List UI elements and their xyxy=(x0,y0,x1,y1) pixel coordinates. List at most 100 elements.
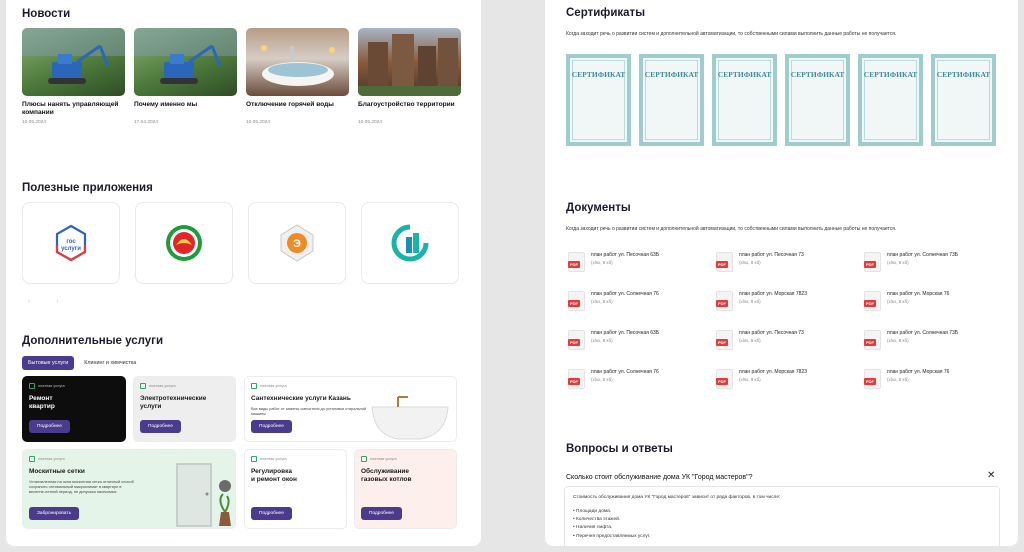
service-name: Ремонт квартир xyxy=(29,395,55,410)
svg-text:Э: Э xyxy=(293,238,301,250)
slider-arrows[interactable]: ‹ › xyxy=(28,298,71,305)
document-item[interactable]: PDF план работ ул. Морская 7823 (xlsx, 8 к… xyxy=(716,369,864,389)
bathtub-icon xyxy=(371,396,449,440)
close-icon[interactable]: ✕ xyxy=(987,470,995,481)
document-item[interactable]: PDF план работ ул. Солнечная 73Б (xlsx, 8 … xyxy=(864,330,1012,350)
certificate-title: СЕРТИФИКАТ xyxy=(717,70,772,79)
document-meta: (xlsx, 8 кб) xyxy=(739,377,761,382)
news-image xyxy=(358,28,461,96)
service-card-electrical[interactable]: платная услуга Электротехнические услуги… xyxy=(133,376,236,442)
pdf-icon: PDF xyxy=(864,369,881,389)
certificates-list: СЕРТИФИКАТ СЕРТИФИКАТ СЕРТИФИКАТ СЕРТИФИ… xyxy=(566,54,996,146)
document-name: план работ ул. Солнечная 76 xyxy=(591,369,659,375)
document-item[interactable]: PDF план работ ул. Солнечная 76 (xlsx, 8 к… xyxy=(568,291,716,311)
svg-text:услуги: услуги xyxy=(61,246,81,252)
documents-heading: Документы xyxy=(566,202,631,214)
book-button[interactable]: Забронировать xyxy=(29,507,80,520)
document-name: план работ ул. Морская 76 xyxy=(887,369,950,375)
details-button[interactable]: Подробнее xyxy=(140,420,181,433)
service-name: Сантехнические услуги Казань xyxy=(251,395,351,402)
document-item[interactable]: PDF план работ ул. Морская 7823 (xlsx, 8 к… xyxy=(716,291,864,311)
service-card-renovation[interactable]: платная услуга Ремонт квартир Подробнее xyxy=(22,376,126,442)
service-tag: платная услуга xyxy=(251,456,287,462)
details-button[interactable]: Подробнее xyxy=(251,507,292,520)
certificate-title: СЕРТИФИКАТ xyxy=(790,70,845,79)
tatarstan-emblem-icon xyxy=(166,225,202,261)
right-panel: Сертификаты Когда заходит речь о развити… xyxy=(545,0,1018,546)
faq-question[interactable]: Сколько стоит обслуживание дома УК "Горо… xyxy=(566,474,753,481)
news-card[interactable]: Благоустройство территории 10.05.2024 xyxy=(358,28,461,125)
pdf-icon: PDF xyxy=(864,330,881,350)
document-item[interactable]: PDF план работ ул. Песочная 63Б (xlsx, 8 к… xyxy=(568,252,716,272)
document-item[interactable]: PDF план работ ул. Морская 76 (xlsx, 8 кб) xyxy=(864,369,1012,389)
faq-list-item: • Площади дома. xyxy=(573,509,612,514)
news-image xyxy=(246,28,349,96)
document-meta: (xlsx, 8 кб) xyxy=(887,260,909,265)
city-app-logo-icon xyxy=(391,224,429,262)
news-title: Почему именно мы xyxy=(134,101,198,108)
document-item[interactable]: PDF план работ ул. Солнечная 76 (xlsx, 8 к… xyxy=(568,369,716,389)
excavator-illustration xyxy=(22,28,125,84)
documents-subtitle: Когда заходит речь о развитии систем и д… xyxy=(566,226,897,232)
certificate-card[interactable]: СЕРТИФИКАТ xyxy=(931,54,996,146)
pdf-icon: PDF xyxy=(864,252,881,272)
certificates-heading: Сертификаты xyxy=(566,7,646,19)
document-item[interactable]: PDF план работ ул. Песочная 73 (xlsx, 8 кб… xyxy=(716,330,864,350)
service-tag: платная услуга xyxy=(140,383,176,389)
certificate-card[interactable]: СЕРТИФИКАТ xyxy=(858,54,923,146)
service-card-windows[interactable]: платная услуга Регулировка и ремонт окон… xyxy=(244,449,347,529)
news-title: Отключение горячей воды xyxy=(246,101,334,108)
service-tag: платная услуга xyxy=(29,456,65,462)
details-button[interactable]: Подробнее xyxy=(251,420,292,433)
news-image xyxy=(22,28,125,96)
apps-heading: Полезные приложения xyxy=(22,182,153,194)
pdf-icon: PDF xyxy=(716,252,733,272)
app-card-tatarstan[interactable] xyxy=(135,202,233,284)
tab-cleaning[interactable]: Клининг и химчистка xyxy=(82,356,138,370)
document-item[interactable]: PDF план работ ул. Морская 76 (xlsx, 8 кб) xyxy=(864,291,1012,311)
document-name: план работ ул. Песочная 73 xyxy=(739,330,804,336)
details-button[interactable]: Подробнее xyxy=(361,507,402,520)
service-card-plumbing[interactable]: платная услуга Сантехнические услуги Каз… xyxy=(244,376,457,442)
news-heading: Новости xyxy=(22,8,71,20)
document-name: план работ ул. Солнечная 73Б xyxy=(887,330,959,336)
app-card-gosuslugi[interactable]: гос услуги xyxy=(22,202,120,284)
news-card[interactable]: Плюсы нанять управляющей компании 10.05.… xyxy=(22,28,125,125)
service-name: Регулировка и ремонт окон xyxy=(251,468,297,483)
certificate-card[interactable]: СЕРТИФИКАТ xyxy=(785,54,850,146)
document-meta: (xlsx, 8 кб) xyxy=(887,299,909,304)
document-meta: (xlsx, 8 кб) xyxy=(887,338,909,343)
news-card[interactable]: Отключение горячей воды 10.05.2024 xyxy=(246,28,349,125)
document-name: план работ ул. Морская 7823 xyxy=(739,369,807,375)
news-title: Плюсы нанять управляющей компании xyxy=(22,101,119,116)
faq-answer: Стоимость обслуживания дома УК "Город ма… xyxy=(573,495,781,500)
document-name: план работ ул. Солнечная 73Б xyxy=(887,252,959,258)
news-title: Благоустройство территории xyxy=(358,101,455,108)
news-card[interactable]: Почему именно мы 17.04.2024 xyxy=(134,28,237,125)
pdf-icon: PDF xyxy=(568,252,585,272)
tab-household[interactable]: Бытовые услуги xyxy=(22,356,75,370)
document-item[interactable]: PDF план работ ул. Песочная 73 (xlsx, 8 кб… xyxy=(716,252,864,272)
app-card-energy[interactable]: Э xyxy=(248,202,346,284)
details-button[interactable]: Подробнее xyxy=(29,420,70,433)
service-card-gas-boilers[interactable]: платная услуга Обслуживание газовых котл… xyxy=(354,449,457,529)
pdf-icon: PDF xyxy=(568,330,585,350)
document-meta: (xlsx, 8 кб) xyxy=(887,377,909,382)
certificate-card[interactable]: СЕРТИФИКАТ xyxy=(639,54,704,146)
faq-list-item: • Наличия лифта. xyxy=(573,525,613,531)
apps-list: гос услуги Э xyxy=(22,202,459,284)
document-item[interactable]: PDF план работ ул. Песочная 63Б (xlsx, 8 к… xyxy=(568,330,716,350)
services-tabs: Бытовые услуги Клининг и химчистка xyxy=(22,356,138,370)
document-name: план работ ул. Морская 76 xyxy=(887,291,950,297)
certificate-card[interactable]: СЕРТИФИКАТ xyxy=(712,54,777,146)
document-item[interactable]: PDF план работ ул. Солнечная 73Б (xlsx, 8 … xyxy=(864,252,1012,272)
service-card-mosquito-nets[interactable]: платная услуга Москитные сетки Установле… xyxy=(22,449,236,529)
faq-answer-list: • Площади дома. • Количества этажей. • Н… xyxy=(573,508,991,541)
document-name: план работ ул. Песочная 63Б xyxy=(591,330,660,336)
app-card-city[interactable] xyxy=(361,202,459,284)
news-date: 10.05.2024 xyxy=(22,120,47,125)
certificate-card[interactable]: СЕРТИФИКАТ xyxy=(566,54,631,146)
certificates-subtitle: Когда заходит речь о развитии систем и д… xyxy=(566,31,897,37)
faq-heading: Вопросы и ответы xyxy=(566,443,673,455)
news-image xyxy=(134,28,237,96)
